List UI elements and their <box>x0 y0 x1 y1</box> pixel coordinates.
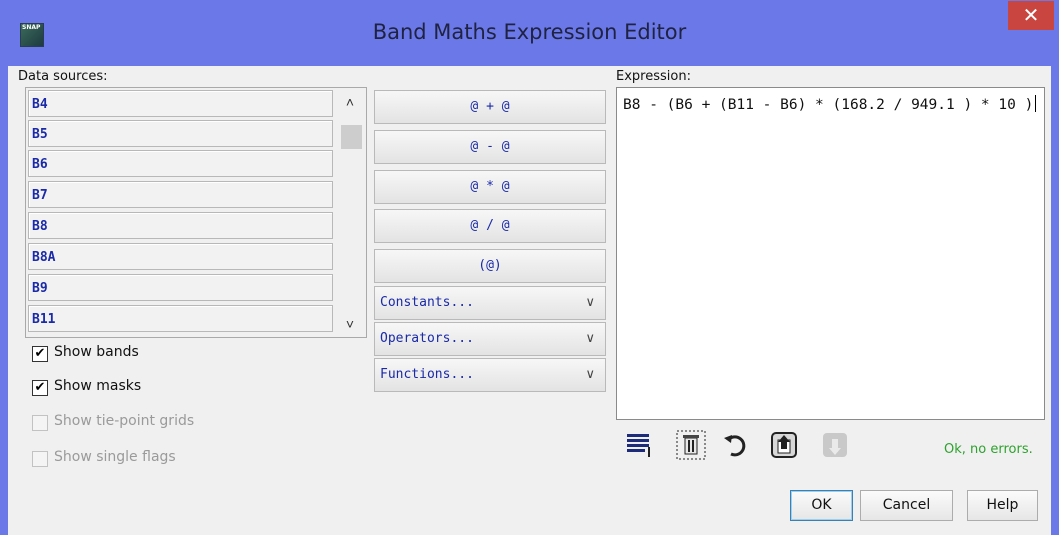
checkmark-icon[interactable]: ✔ <box>32 346 48 362</box>
data-sources-label: Data sources: <box>18 69 108 84</box>
subtract-operator-button[interactable]: @ - @ <box>374 130 606 164</box>
chevron-down-icon: ∨ <box>585 367 595 382</box>
close-button[interactable]: ✕ <box>1008 1 1054 30</box>
list-scrollbar[interactable]: ˄ ˅ <box>336 88 364 337</box>
validation-status: Ok, no errors. <box>944 442 1033 457</box>
expression-textarea[interactable]: B8 - (B6 + (B11 - B6) * (168.2 / 949.1 )… <box>616 87 1045 420</box>
show-tie-point-grids-label: Show tie-point grids <box>54 413 195 429</box>
import-expression-icon[interactable] <box>769 429 799 461</box>
constants-dropdown[interactable]: Constants... ∨ <box>374 286 606 320</box>
expression-label: Expression: <box>616 69 691 84</box>
divide-operator-button[interactable]: @ / @ <box>374 209 606 243</box>
data-sources-list: B4 B5 B6 B7 B8 B8A B9 B11 ˄ ˅ <box>25 87 367 338</box>
band-item-b11[interactable]: B11 <box>28 305 333 332</box>
functions-dropdown[interactable]: Functions... ∨ <box>374 358 606 392</box>
checkbox-box <box>32 451 48 467</box>
dialog-title: Band Maths Expression Editor <box>372 20 687 44</box>
show-single-flags-label: Show single flags <box>54 449 176 465</box>
show-masks-label: Show masks <box>54 378 142 394</box>
chevron-down-icon: ∨ <box>585 295 595 310</box>
expression-text: B8 - (B6 + (B11 - B6) * (168.2 / 949.1 )… <box>623 97 1034 113</box>
help-button[interactable]: Help <box>967 490 1038 521</box>
scroll-down-arrow-icon[interactable]: ˅ <box>336 316 364 332</box>
operators-dropdown[interactable]: Operators... ∨ <box>374 322 606 356</box>
band-item-b4[interactable]: B4 <box>28 90 333 117</box>
dialog-body: Data sources: B4 B5 B6 B7 B8 B8A B9 B11 … <box>8 66 1051 535</box>
undo-icon[interactable] <box>721 429 751 461</box>
show-bands-label: Show bands <box>54 344 139 360</box>
title-bar[interactable]: SNAP Band Maths Expression Editor ✕ <box>0 0 1059 66</box>
text-caret <box>1035 95 1037 112</box>
multiply-operator-button[interactable]: @ * @ <box>374 170 606 204</box>
scroll-up-arrow-icon[interactable]: ˄ <box>336 94 364 110</box>
clear-expression-icon[interactable] <box>675 429 706 461</box>
band-item-b6[interactable]: B6 <box>28 150 333 177</box>
operators-label: Operators... <box>380 331 474 346</box>
functions-label: Functions... <box>380 367 474 382</box>
cancel-button[interactable]: Cancel <box>860 490 953 521</box>
checkmark-icon[interactable]: ✔ <box>32 380 48 396</box>
constants-label: Constants... <box>380 295 474 310</box>
parentheses-button[interactable]: (@) <box>374 249 606 283</box>
band-item-b5[interactable]: B5 <box>28 120 333 147</box>
add-operator-button[interactable]: @ + @ <box>374 90 606 124</box>
band-item-b9[interactable]: B9 <box>28 274 333 301</box>
band-item-b8[interactable]: B8 <box>28 212 333 239</box>
ok-button[interactable]: OK <box>790 490 853 521</box>
checkbox-box <box>32 415 48 431</box>
export-expression-icon <box>820 429 850 461</box>
chevron-down-icon: ∨ <box>585 331 595 346</box>
band-item-b7[interactable]: B7 <box>28 181 333 208</box>
edit-expression-icon[interactable] <box>626 429 656 461</box>
scroll-thumb[interactable] <box>341 125 362 149</box>
dialog-window: SNAP Band Maths Expression Editor ✕ Data… <box>0 0 1059 535</box>
band-item-b8a[interactable]: B8A <box>28 243 333 270</box>
